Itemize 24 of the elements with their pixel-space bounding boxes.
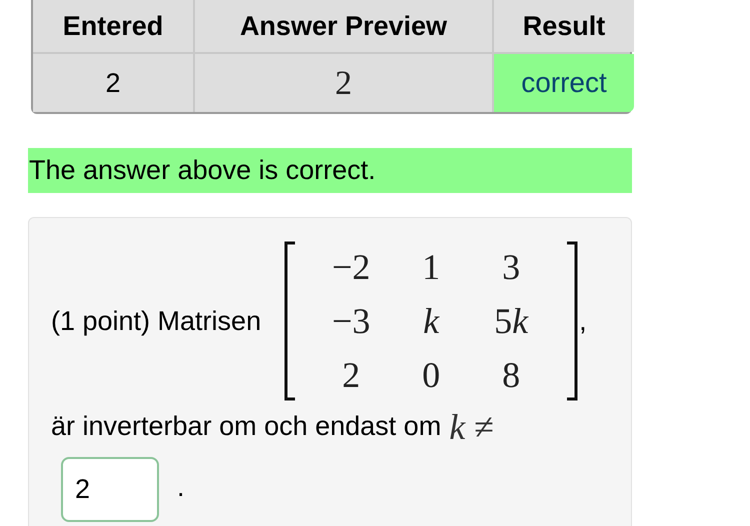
column-header: Entered [33,0,193,52]
matrix-entry: 0 [421,354,442,397]
matrix-entry: k [422,300,441,343]
column-header: Result [494,0,634,52]
answer-field[interactable]: 2 [61,456,159,522]
math-expression: k ≠ [449,406,494,446]
left-bracket-icon [283,241,298,401]
matrix-entry: 8 [501,354,522,397]
column-header: Answer Preview [195,0,492,52]
matrix-entry: −3 [330,300,372,343]
result-cell: correct [494,54,634,112]
status-message: The answer above is correct. [28,148,632,193]
right-bracket-icon [565,241,580,401]
matrix-entry: 2 [341,354,362,397]
period: . [177,471,185,504]
problem-text: är inverterbar om och endast om [51,410,442,443]
comma: , [579,304,587,338]
matrix-entry: 3 [501,246,522,289]
matrix-entry: −2 [330,246,372,289]
problem-text: (1 point) Matrisen [51,304,262,338]
matrix-entry: 5k [493,300,530,343]
table-cell: 2 [195,54,492,112]
table-cell: 2 [33,54,193,112]
matrix-entry: 1 [421,246,442,289]
